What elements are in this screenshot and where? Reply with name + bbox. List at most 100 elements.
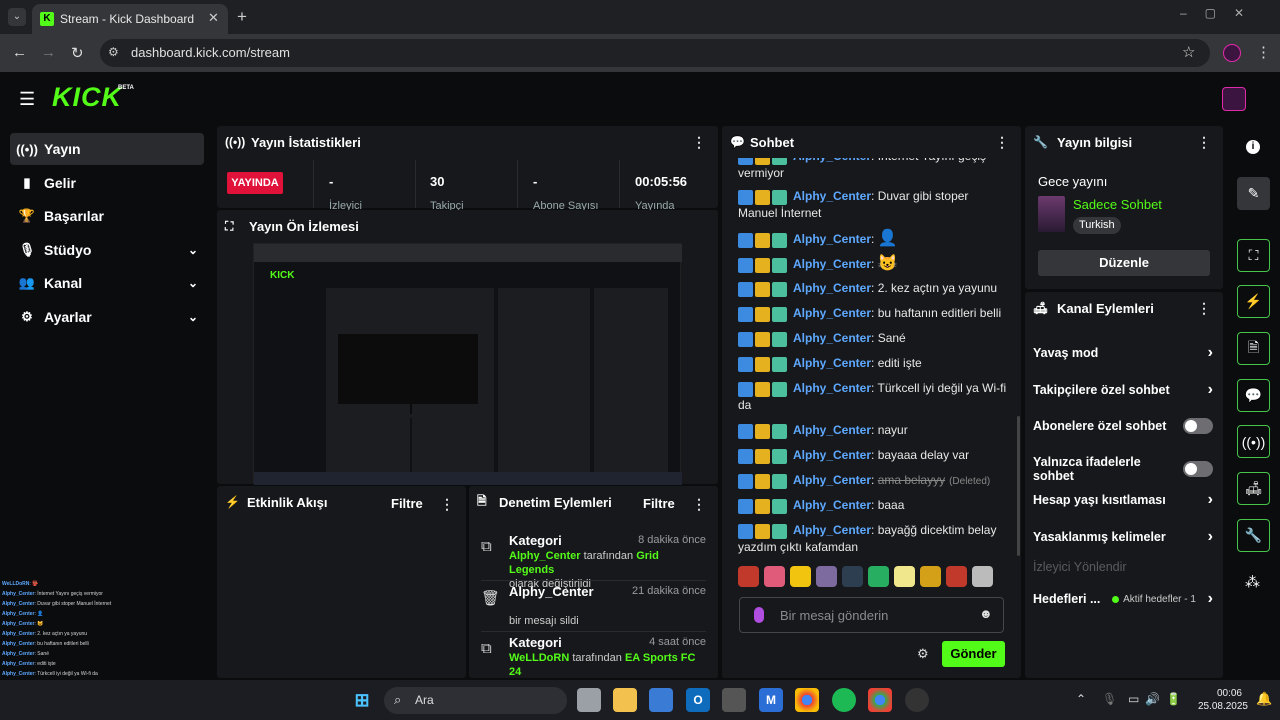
toggle-switch[interactable]: [1183, 461, 1213, 477]
channel-action-row[interactable]: Yavaş mod ›: [1033, 344, 1213, 362]
emote-6[interactable]: [868, 566, 889, 587]
obs-icon[interactable]: [905, 688, 929, 712]
chat-input[interactable]: Bir mesaj gönderin ☻: [739, 597, 1004, 633]
emote-8[interactable]: [920, 566, 941, 587]
spotify-icon[interactable]: [832, 688, 856, 712]
taskbar-search[interactable]: ⌕ Ara: [384, 687, 567, 714]
reload-icon[interactable]: ↻: [71, 44, 84, 62]
channel-actions-more-icon[interactable]: ⋮: [1197, 300, 1211, 317]
chat-username[interactable]: Alphy_Center: [793, 281, 871, 295]
chat-username[interactable]: Alphy_Center: [793, 232, 871, 246]
moderation-item[interactable]: ⧉ Kategori 4 saat önce WeLLDoRN tarafından …: [481, 632, 706, 678]
sidebar-item-5[interactable]: 👥 Kanal ⌄: [10, 267, 204, 299]
windows-start-icon[interactable]: ⊞: [350, 688, 374, 712]
emoji-icon[interactable]: ☻: [979, 606, 993, 621]
tray-chevron-icon[interactable]: ⌃: [1076, 692, 1086, 706]
app-icon[interactable]: [722, 688, 746, 712]
chat-username[interactable]: Alphy_Center: [793, 423, 871, 437]
store-icon[interactable]: [649, 688, 673, 712]
layout-icon[interactable]: ⁂: [1245, 573, 1260, 591]
toggle-switch[interactable]: [1183, 418, 1213, 434]
outlook-icon[interactable]: O: [686, 688, 710, 712]
profile-avatar[interactable]: [1223, 44, 1241, 62]
moderation-user[interactable]: WeLLDoRN: [509, 652, 569, 664]
stream-preview-video[interactable]: KICK: [253, 243, 682, 485]
edit-button[interactable]: Düzenle: [1038, 250, 1210, 276]
stats-more-icon[interactable]: ⋮: [692, 134, 706, 151]
channel-action-row[interactable]: Yalnızca ifadelerle sohbet: [1033, 455, 1213, 483]
emote-5[interactable]: [842, 566, 863, 587]
channel-action-row[interactable]: Hesap yaşı kısıtlaması ›: [1033, 491, 1213, 509]
chat-username[interactable]: Alphy_Center: [793, 306, 871, 320]
sidebar-item-4[interactable]: 🎙 Stüdyo ⌄: [10, 234, 204, 266]
chat-username[interactable]: Alphy_Center: [793, 356, 871, 370]
chat-username[interactable]: Alphy_Center: [793, 331, 871, 345]
channel-action-row[interactable]: Takipçilere özel sohbet ›: [1033, 381, 1213, 399]
tab-search-button[interactable]: ⌄: [8, 8, 26, 26]
chat-username[interactable]: Alphy_Center: [793, 498, 871, 512]
channel-action-row[interactable]: Yasaklanmış kelimeler ›: [1033, 528, 1213, 546]
emote-1[interactable]: [738, 566, 759, 587]
notifications-icon[interactable]: 🔔: [1256, 691, 1272, 707]
sidebar-item-2[interactable]: ▮ Gelir: [10, 167, 204, 199]
new-tab-button[interactable]: +: [237, 7, 247, 27]
chat-scrollbar[interactable]: [1017, 416, 1020, 556]
category-name[interactable]: Sadece Sohbet: [1073, 197, 1162, 212]
bookmark-star-icon[interactable]: ☆: [1182, 43, 1195, 61]
send-button[interactable]: Gönder: [942, 641, 1005, 667]
browser-tab[interactable]: K Stream - Kick Dashboard ✕: [32, 4, 228, 34]
window-controls[interactable]: –▢✕: [1180, 6, 1262, 20]
wrench-tool-icon[interactable]: 🔧: [1237, 519, 1270, 552]
goals-row[interactable]: Hedefleri ... Aktif hedefler - 1 ›: [1033, 590, 1213, 608]
emote-3[interactable]: [790, 566, 811, 587]
broadcast-tool-icon[interactable]: ((•)): [1237, 425, 1270, 458]
tab-close-icon[interactable]: ✕: [208, 10, 219, 26]
chat-username[interactable]: Alphy_Center: [793, 381, 871, 395]
chat-username[interactable]: Alphy_Center: [793, 189, 871, 203]
mic-tray-icon[interactable]: 🎙: [1102, 692, 1117, 706]
edit-pencil-icon[interactable]: ✎: [1237, 177, 1270, 210]
info-icon[interactable]: i: [1246, 140, 1260, 154]
back-icon[interactable]: ←: [12, 44, 27, 61]
mic-icon[interactable]: [754, 607, 764, 623]
user-avatar[interactable]: [1222, 87, 1246, 111]
moderation-user[interactable]: Alphy_Center: [509, 550, 581, 562]
chat-username[interactable]: Alphy_Center: [793, 257, 871, 271]
moderation-more-icon[interactable]: ⋮: [692, 496, 706, 513]
hamburger-menu-icon[interactable]: ☰: [19, 89, 35, 110]
sidebar-item-1[interactable]: ((•)) Yayın: [10, 133, 204, 165]
editor-icon[interactable]: M: [759, 688, 783, 712]
camera-tool-icon[interactable]: ⛶: [1237, 239, 1270, 272]
chat-tool-icon[interactable]: 💬: [1237, 379, 1270, 412]
system-tray-icons[interactable]: ▭🔊🔋: [1128, 692, 1187, 706]
browser-menu-icon[interactable]: ⋮: [1256, 43, 1271, 61]
chat-username[interactable]: Alphy_Center: [793, 473, 871, 487]
chrome-profile-icon[interactable]: [868, 688, 892, 712]
lightning-tool-icon[interactable]: ⚡: [1237, 285, 1270, 318]
chat-more-icon[interactable]: ⋮: [995, 134, 1009, 151]
channel-action-row[interactable]: Abonelere özel sohbet: [1033, 418, 1213, 434]
forward-icon[interactable]: →: [41, 44, 56, 61]
kick-logo[interactable]: KICK: [52, 82, 122, 113]
sofa-tool-icon[interactable]: 🛋: [1237, 472, 1270, 505]
stream-info-more-icon[interactable]: ⋮: [1197, 134, 1211, 151]
emote-10[interactable]: [972, 566, 993, 587]
activity-more-icon[interactable]: ⋮: [440, 496, 454, 513]
emote-9[interactable]: [946, 566, 967, 587]
file-explorer-icon[interactable]: [613, 688, 637, 712]
chat-username[interactable]: Alphy_Center: [793, 448, 871, 462]
sidebar-item-3[interactable]: 🏆 Başarılar: [10, 200, 204, 232]
emote-4[interactable]: [816, 566, 837, 587]
task-view-icon[interactable]: [577, 688, 601, 712]
moderation-filter-button[interactable]: Filtre: [643, 496, 675, 511]
emote-2[interactable]: [764, 566, 785, 587]
sidebar-item-6[interactable]: ⚙ Ayarlar ⌄: [10, 301, 204, 333]
url-field[interactable]: ⚙ dashboard.kick.com/stream ☆: [100, 39, 1210, 67]
notes-tool-icon[interactable]: 🗎: [1237, 332, 1270, 365]
moderation-item[interactable]: 🗑 Alphy_Center 21 dakika önce bir mesajı si…: [481, 581, 706, 632]
site-info-icon[interactable]: ⚙: [108, 45, 119, 59]
activity-filter-button[interactable]: Filtre: [391, 496, 423, 511]
chrome-icon[interactable]: [795, 688, 819, 712]
moderation-item[interactable]: ⧉ Kategori 8 dakika önce Alphy_Center taraf…: [481, 530, 706, 590]
chat-username[interactable]: Alphy_Center: [793, 523, 871, 537]
